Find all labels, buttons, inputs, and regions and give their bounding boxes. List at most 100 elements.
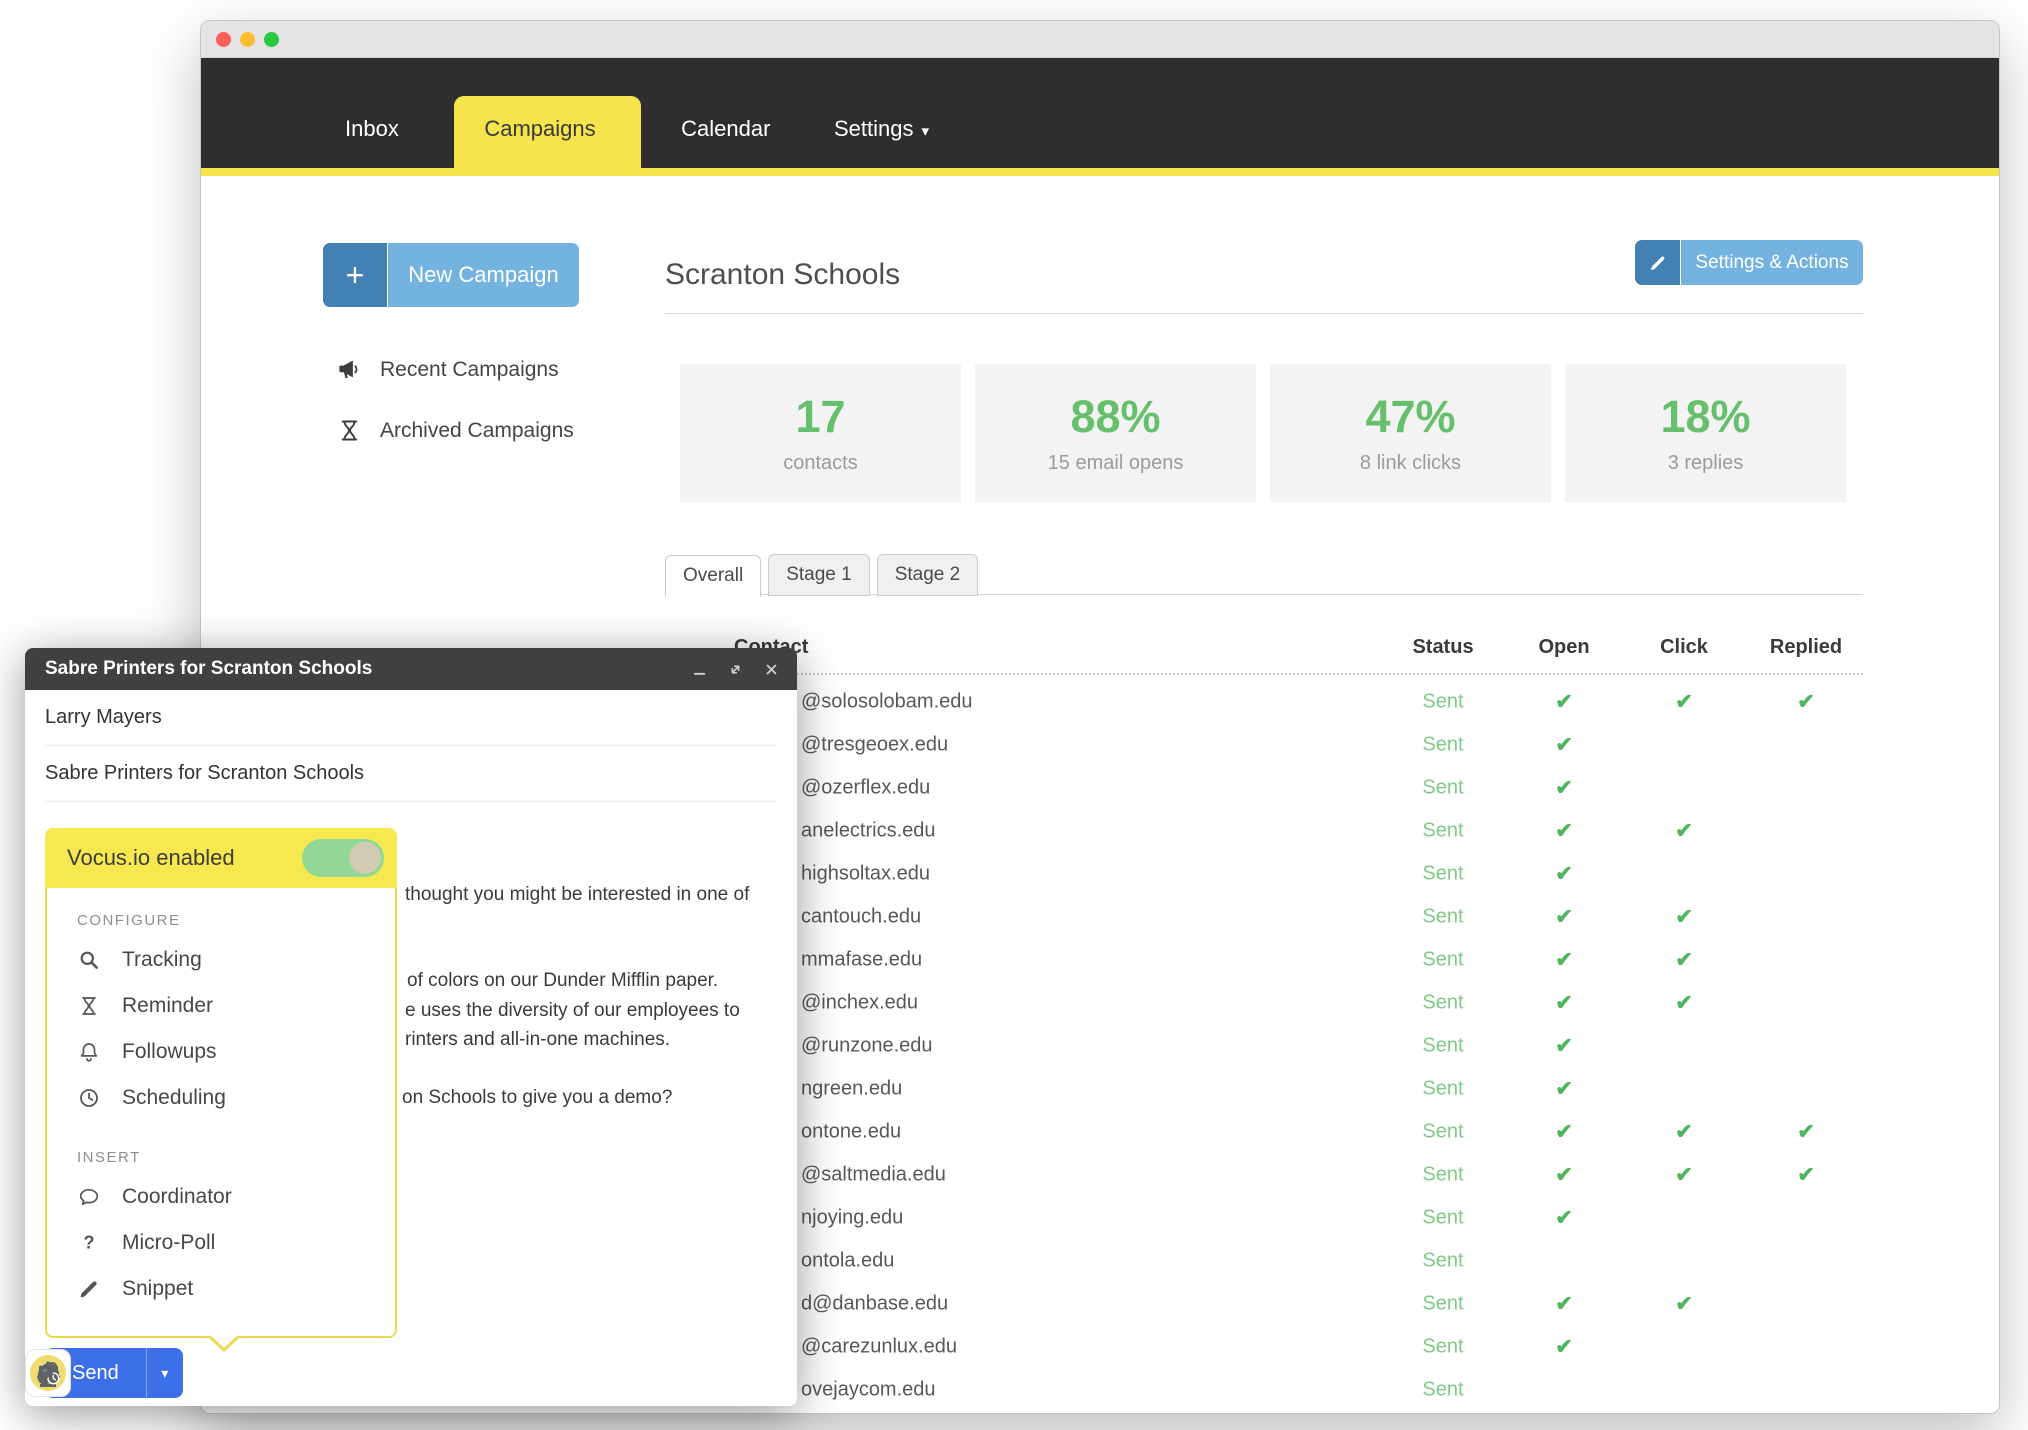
stage-tab-label: Stage 1 [786, 564, 852, 585]
nav-item[interactable]: Settings ▾ [810, 96, 953, 168]
svg-text:?: ? [84, 1233, 95, 1253]
status-badge: Sent [1422, 1163, 1464, 1185]
configure-group: Tracking Reminder Followups Scheduling [47, 937, 395, 1121]
column-header-open[interactable]: Open [1538, 636, 1589, 659]
open-check-icon: ✔ [1555, 1292, 1573, 1315]
contact-email: njoying.edu [801, 1206, 904, 1228]
open-check-icon: ✔ [1555, 733, 1573, 756]
compose-header[interactable]: Sabre Printers for Scranton Schools [25, 648, 797, 690]
vocus-toggle[interactable] [302, 839, 384, 877]
contact-email: anelectrics.edu [801, 819, 936, 841]
click-check-icon: ✔ [1675, 1163, 1693, 1186]
plus-icon: + [323, 243, 388, 307]
replied-check-icon: ✔ [1797, 690, 1815, 713]
status-badge: Sent [1422, 991, 1464, 1013]
open-check-icon: ✔ [1555, 1163, 1573, 1186]
question-icon: ? [77, 1231, 101, 1255]
minimize-light[interactable] [240, 31, 255, 47]
new-campaign-button[interactable]: + New Campaign [323, 243, 579, 307]
nav-item[interactable]: Calendar▾ [657, 96, 810, 168]
sidebar-item-archived-campaigns[interactable]: Archived Campaigns [336, 417, 574, 444]
stat-card: 18% 3 replies [1565, 364, 1846, 502]
menu-item[interactable]: Snippet [47, 1266, 395, 1312]
stat-card: 47% 8 link clicks [1270, 364, 1551, 502]
email-body-text: rinters and all-in-one machines. [405, 1029, 671, 1050]
status-badge: Sent [1422, 1335, 1464, 1357]
click-check-icon: ✔ [1675, 1292, 1693, 1315]
stat-label: 15 email opens [1047, 452, 1184, 474]
menu-item[interactable]: Reminder [47, 983, 395, 1029]
contact-email: ovejaycom.edu [801, 1378, 936, 1400]
menu-item[interactable]: Tracking [47, 937, 395, 983]
status-badge: Sent [1422, 776, 1464, 798]
close-light[interactable] [216, 31, 231, 47]
column-header-status[interactable]: Status [1412, 636, 1473, 659]
clock-icon [77, 1086, 101, 1110]
nav-item[interactable]: Inbox▾ [321, 96, 438, 168]
stage-tab[interactable]: Overall [665, 555, 762, 597]
click-check-icon: ✔ [1675, 905, 1693, 928]
recipient-field[interactable]: Larry Mayers [45, 690, 777, 746]
menu-item[interactable]: Scheduling [47, 1075, 395, 1121]
subject-field[interactable]: Sabre Printers for Scranton Schools [45, 746, 777, 802]
nav-item-label: Campaigns [484, 116, 596, 141]
menu-pointer [207, 1335, 241, 1352]
speech-bubble-icon [77, 1185, 101, 1209]
sidebar-item-recent-campaigns[interactable]: Recent Campaigns [336, 356, 559, 383]
email-body-text: e uses the diversity of our employees to [405, 1000, 740, 1021]
contact-email: ngreen.edu [801, 1077, 903, 1099]
stat-value: 17 [795, 391, 846, 442]
minimize-icon[interactable] [687, 660, 711, 679]
email-body-text: of colors on our Dunder Mifflin paper. [407, 970, 719, 991]
contact-email: ontone.edu [801, 1120, 902, 1142]
nav-item[interactable]: Campaigns▾ [454, 96, 642, 168]
vocus-enabled-banner: Vocus.io enabled [45, 828, 397, 888]
stage-tab[interactable]: Stage 2 [876, 554, 979, 596]
open-check-icon: ✔ [1555, 991, 1573, 1014]
contact-email: d@danbase.edu [801, 1292, 949, 1314]
close-icon[interactable] [759, 660, 783, 679]
stage-tab[interactable]: Stage 1 [768, 554, 870, 596]
settings-actions-button[interactable]: Settings & Actions [1635, 240, 1863, 285]
menu-item-label: Tracking [122, 948, 202, 971]
nav-item-label: Settings [833, 116, 914, 141]
compose-window-controls [675, 660, 783, 679]
contact-email: @tresgeoex.edu [801, 733, 949, 755]
zoom-light[interactable] [264, 31, 279, 47]
click-check-icon: ✔ [1675, 1120, 1693, 1143]
window-titlebar [201, 21, 1999, 58]
column-header-replied[interactable]: Replied [1770, 636, 1842, 659]
contact-email: @solosolobam.edu [801, 690, 973, 712]
pen-icon[interactable] [25, 1348, 71, 1398]
click-check-icon: ✔ [1675, 948, 1693, 971]
open-check-icon: ✔ [1555, 819, 1573, 842]
stat-card: 88% 15 email opens [975, 364, 1256, 502]
bell-icon [77, 1040, 101, 1064]
column-header-click[interactable]: Click [1660, 636, 1708, 659]
send-options-caret[interactable]: ▾ [147, 1348, 183, 1398]
pencil-icon [77, 1277, 101, 1301]
click-check-icon: ✔ [1675, 819, 1693, 842]
status-badge: Sent [1422, 733, 1464, 755]
open-check-icon: ✔ [1555, 1077, 1573, 1100]
contact-email: @saltmedia.edu [801, 1163, 946, 1185]
nav-accent-bar [201, 168, 1999, 176]
page-title: Scranton Schools [665, 258, 901, 291]
menu-item[interactable]: Coordinator [47, 1174, 395, 1220]
status-badge: Sent [1422, 1378, 1464, 1400]
hourglass-icon [341, 420, 358, 441]
compose-window: Sabre Printers for Scranton Schools Larr… [25, 648, 797, 1406]
vocus-enabled-label: Vocus.io enabled [67, 845, 235, 870]
expand-icon[interactable] [723, 660, 747, 679]
menu-item[interactable]: Followups [47, 1029, 395, 1075]
stat-card: 17 contacts [680, 364, 961, 502]
status-badge: Sent [1422, 1206, 1464, 1228]
replied-check-icon: ✔ [1797, 1120, 1815, 1143]
hourglass-icon [77, 994, 101, 1018]
click-check-icon: ✔ [1675, 991, 1693, 1014]
stage-tabs: Overall Stage 1 Stage 2 [665, 554, 985, 597]
menu-item[interactable]: ? Micro-Poll [47, 1220, 395, 1266]
open-check-icon: ✔ [1555, 1335, 1573, 1358]
nav-item-label: Calendar [681, 116, 771, 141]
stat-value: 18% [1660, 391, 1751, 442]
